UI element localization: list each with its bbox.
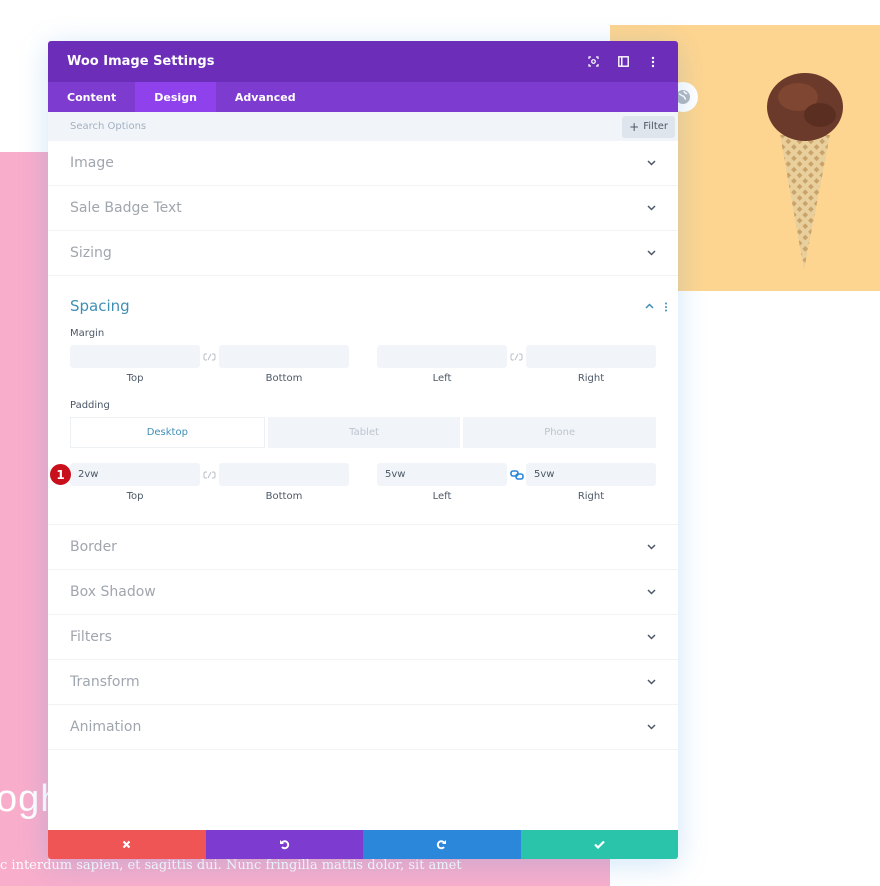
padding-controls: 1 Top Bottom Left Right	[49, 463, 656, 502]
padding-left-label: Left	[432, 491, 452, 502]
margin-bottom-label: Bottom	[265, 373, 303, 384]
spacing-title: Spacing	[70, 297, 130, 315]
undo-icon	[279, 840, 289, 850]
device-tab-phone[interactable]: Phone	[463, 417, 657, 448]
more-vertical-icon[interactable]	[646, 55, 660, 69]
padding-top-label: Top	[126, 491, 144, 502]
chevron-down-icon	[646, 542, 656, 552]
padding-top-input[interactable]	[70, 463, 200, 486]
chevron-down-icon	[646, 203, 656, 213]
filter-label: Filter	[643, 121, 668, 132]
section-sizing[interactable]: Sizing	[48, 231, 678, 276]
more-vertical-icon[interactable]	[664, 297, 668, 316]
step-badge: 1	[49, 463, 72, 486]
chevron-down-icon	[646, 158, 656, 168]
link-icon[interactable]	[507, 463, 526, 486]
section-label: Sale Badge Text	[70, 200, 182, 216]
woo-image-settings-modal: Woo Image Settings Content Design Advanc…	[48, 41, 678, 859]
margin-top-label: Top	[126, 373, 144, 384]
margin-controls: Top Bottom Left Right	[70, 345, 656, 384]
redo-button[interactable]	[363, 830, 521, 859]
margin-top-input[interactable]	[70, 345, 200, 368]
chevron-down-icon	[646, 677, 656, 687]
padding-right-input[interactable]	[526, 463, 656, 486]
section-sale-badge-text[interactable]: Sale Badge Text	[48, 186, 678, 231]
tab-advanced[interactable]: Advanced	[216, 82, 315, 112]
chevron-down-icon	[646, 587, 656, 597]
margin-right-input[interactable]	[526, 345, 656, 368]
section-transform[interactable]: Transform	[48, 660, 678, 705]
section-label: Animation	[70, 719, 142, 735]
chevron-down-icon	[646, 632, 656, 642]
section-label: Filters	[70, 629, 112, 645]
section-label: Box Shadow	[70, 584, 156, 600]
link-broken-icon[interactable]	[507, 345, 526, 368]
section-label: Sizing	[70, 245, 112, 261]
redo-icon	[437, 840, 447, 850]
margin-right-label: Right	[577, 373, 605, 384]
undo-button[interactable]	[205, 830, 363, 859]
padding-left-input[interactable]	[377, 463, 507, 486]
section-filters[interactable]: Filters	[48, 615, 678, 660]
section-spacing: Spacing Margin Top Bottom Left Right Pad	[48, 276, 678, 525]
page-canvas: ogh c interdum sapien, et sagittis dui. …	[0, 0, 880, 886]
margin-bottom-input[interactable]	[219, 345, 349, 368]
section-border[interactable]: Border	[48, 525, 678, 570]
ice-cream-image	[767, 73, 843, 270]
padding-bottom-input[interactable]	[219, 463, 349, 486]
modal-footer	[48, 830, 678, 859]
padding-bottom-label: Bottom	[265, 491, 303, 502]
save-button[interactable]	[520, 830, 678, 859]
tab-design[interactable]: Design	[135, 82, 216, 112]
device-tab-desktop[interactable]: Desktop	[70, 417, 265, 448]
section-image[interactable]: Image	[48, 141, 678, 186]
close-icon	[122, 840, 131, 849]
margin-label: Margin	[70, 328, 105, 339]
check-icon	[593, 840, 605, 849]
tab-content[interactable]: Content	[48, 82, 135, 112]
background-paragraph: c interdum sapien, et sagittis dui. Nunc…	[0, 858, 462, 873]
device-tabs: Desktop Tablet Phone	[70, 417, 657, 448]
section-label: Border	[70, 539, 117, 555]
margin-left-label: Left	[432, 373, 452, 384]
link-broken-icon[interactable]	[200, 345, 219, 368]
sidebar-layout-icon[interactable]	[616, 55, 630, 69]
padding-right-label: Right	[577, 491, 605, 502]
padding-label: Padding	[70, 400, 110, 411]
filter-button[interactable]: + Filter	[622, 115, 675, 138]
section-label: Image	[70, 155, 114, 171]
plus-icon: +	[629, 119, 640, 134]
search-options-input[interactable]	[70, 121, 623, 132]
modal-title: Woo Image Settings	[67, 54, 215, 69]
search-bar: + Filter	[48, 112, 678, 141]
spacing-header[interactable]: Spacing	[70, 276, 667, 336]
section-box-shadow[interactable]: Box Shadow	[48, 570, 678, 615]
chevron-down-icon	[646, 248, 656, 258]
chevron-down-icon	[646, 722, 656, 732]
settings-tabs: Content Design Advanced	[48, 82, 678, 112]
section-label: Transform	[70, 674, 140, 690]
link-broken-icon[interactable]	[200, 463, 219, 486]
section-animation[interactable]: Animation	[48, 705, 678, 750]
modal-header[interactable]: Woo Image Settings	[48, 41, 678, 82]
cancel-button[interactable]	[48, 830, 206, 859]
margin-left-input[interactable]	[377, 345, 507, 368]
chevron-up-icon[interactable]	[644, 301, 654, 311]
device-tab-tablet[interactable]: Tablet	[267, 417, 461, 448]
expand-icon[interactable]	[586, 55, 600, 69]
